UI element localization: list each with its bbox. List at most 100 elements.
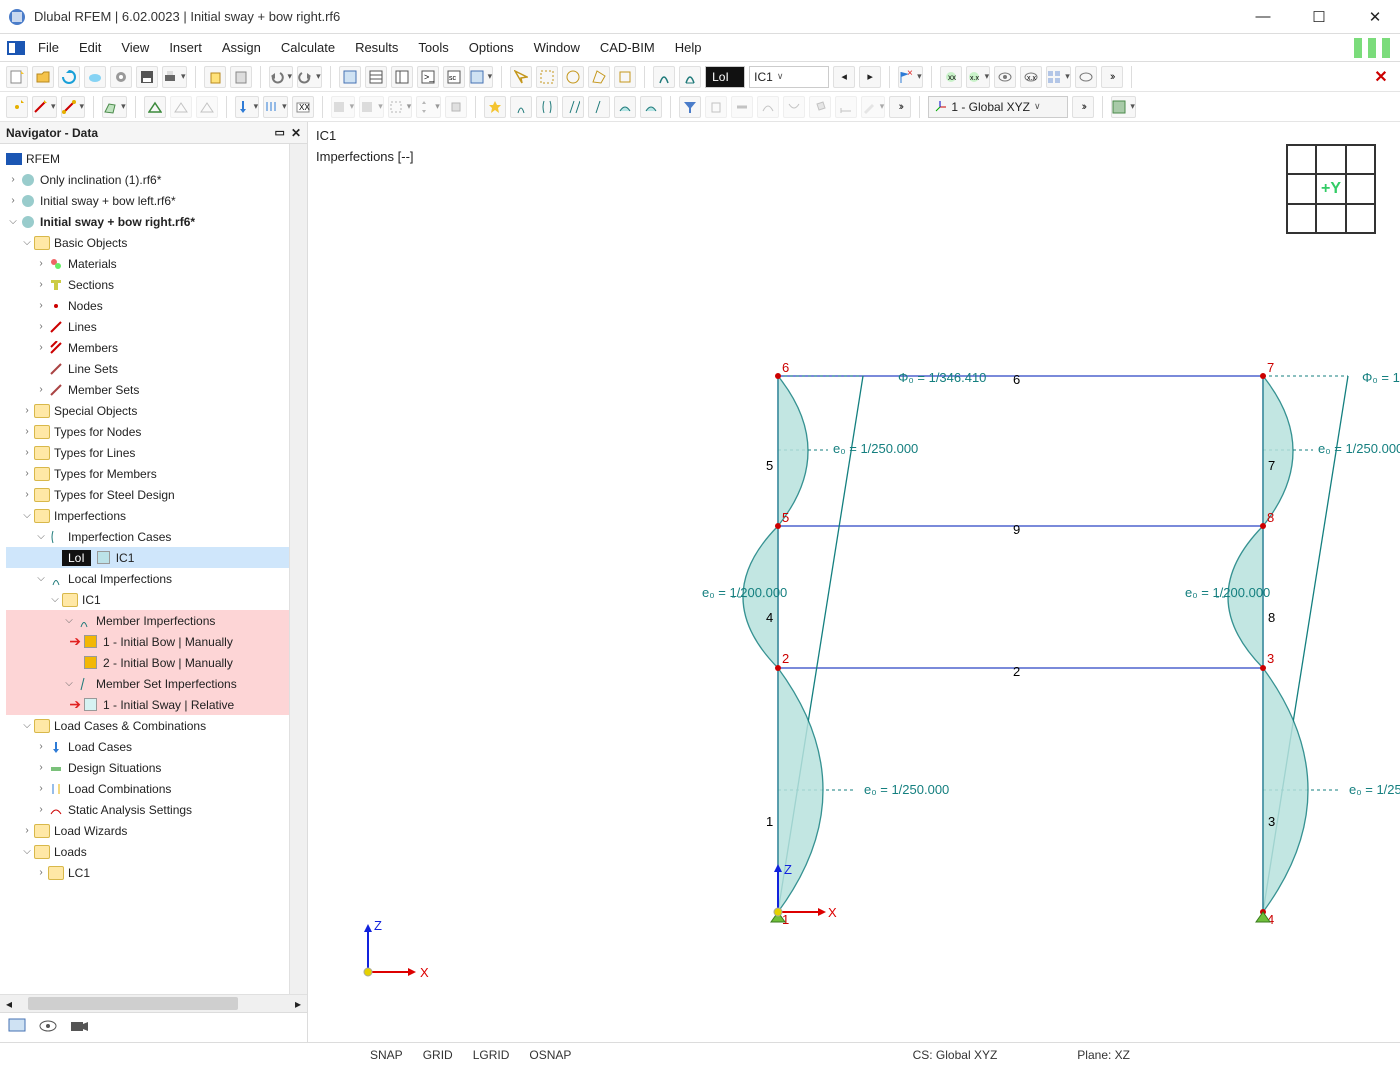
tree-root[interactable]: RFEM — [26, 152, 60, 166]
tree-file-2[interactable]: Initial sway + bow left.rf6* — [40, 194, 176, 208]
copy-icon[interactable] — [204, 66, 226, 88]
tree-lines[interactable]: Lines — [68, 320, 97, 334]
script-icon[interactable]: sc — [443, 66, 465, 88]
expand-icon[interactable]: › — [20, 405, 34, 416]
select-rect2-icon[interactable] — [614, 66, 636, 88]
table-icon[interactable] — [365, 66, 387, 88]
expand-icon[interactable]: › — [34, 300, 48, 311]
surface-tool-icon[interactable]: ▾ — [102, 96, 127, 118]
expand-icon[interactable]: › — [34, 384, 48, 395]
tree-file-active[interactable]: Initial sway + bow right.rf6* — [40, 215, 195, 229]
expand-icon[interactable]: › — [20, 825, 34, 836]
tree-nodes[interactable]: Nodes — [68, 299, 103, 313]
next-case-icon[interactable]: ▸ — [859, 66, 881, 88]
expand-icon[interactable]: › — [6, 195, 20, 206]
more3-icon[interactable]: ›› — [1072, 96, 1094, 118]
expand-icon[interactable]: › — [20, 426, 34, 437]
collapse-icon[interactable]: ⌵ — [34, 531, 48, 542]
menu-view[interactable]: View — [111, 34, 159, 61]
load-line-icon[interactable]: ▾ — [263, 96, 288, 118]
tree-loads[interactable]: Loads — [54, 845, 87, 859]
gear-icon[interactable] — [110, 66, 132, 88]
tree-special[interactable]: Special Objects — [54, 404, 137, 418]
tree-member-imp[interactable]: Member Imperfections — [96, 614, 215, 628]
paste-icon[interactable] — [230, 66, 252, 88]
tree-scrollbar[interactable] — [289, 144, 307, 994]
tree-hscroll[interactable]: ◂ ▸ — [0, 994, 307, 1012]
panel2-icon[interactable]: ▾ — [469, 66, 494, 88]
eye-xxx-icon[interactable]: x.x — [1020, 66, 1042, 88]
menu-edit[interactable]: Edit — [69, 34, 111, 61]
menu-file[interactable]: File — [28, 34, 69, 61]
tree-typesteel[interactable]: Types for Steel Design — [54, 488, 175, 502]
tree-lcc[interactable]: Load Cases & Combinations — [54, 719, 206, 733]
scroll-right-icon[interactable]: ▸ — [289, 995, 307, 1012]
collapse-icon[interactable]: ⌵ — [20, 237, 34, 248]
tree-file-1[interactable]: Only inclination (1).rf6* — [40, 173, 161, 187]
expand-icon[interactable]: › — [34, 741, 48, 752]
viewport-icon[interactable]: ▾ — [1111, 96, 1136, 118]
node-tool-icon[interactable] — [6, 96, 28, 118]
expand-icon[interactable]: › — [20, 489, 34, 500]
menu-insert[interactable]: Insert — [159, 34, 212, 61]
more-tools-icon[interactable]: ›› — [1101, 66, 1123, 88]
tree-mi-1[interactable]: 1 - Initial Bow | Manually — [103, 635, 233, 649]
save-icon[interactable] — [136, 66, 158, 88]
list-icon[interactable] — [391, 66, 413, 88]
tree-typenodes[interactable]: Types for Nodes — [54, 425, 141, 439]
scroll-left-icon[interactable]: ◂ — [0, 995, 18, 1012]
grey-tool2-icon[interactable]: ▾ — [359, 96, 384, 118]
views-tab-icon[interactable] — [8, 1018, 26, 1037]
dim-tool-icon[interactable] — [835, 96, 857, 118]
load-node-icon[interactable]: ▾ — [235, 96, 260, 118]
expand-icon[interactable]: › — [34, 783, 48, 794]
select-rect-icon[interactable] — [536, 66, 558, 88]
tree-sections[interactable]: Sections — [68, 278, 114, 292]
curve-tool-icon[interactable] — [757, 96, 779, 118]
case-type-dropdown[interactable]: LoI — [705, 66, 745, 88]
eye-nodes-icon[interactable] — [994, 66, 1016, 88]
imp-bow2-icon[interactable] — [536, 96, 558, 118]
curve2-tool-icon[interactable] — [783, 96, 805, 118]
show-icon[interactable] — [38, 1019, 58, 1036]
tree-set-imp[interactable]: Member Set Imperfections — [96, 677, 237, 691]
tree-materials[interactable]: Materials — [68, 257, 117, 271]
collapse-icon[interactable]: ⌵ — [62, 678, 76, 689]
menu-window[interactable]: Window — [524, 34, 590, 61]
menu-options[interactable]: Options — [459, 34, 524, 61]
prev-case-icon[interactable]: ◂ — [833, 66, 855, 88]
new-icon[interactable] — [6, 66, 28, 88]
expand-icon[interactable]: › — [34, 342, 48, 353]
collapse-icon[interactable]: ⌵ — [62, 615, 76, 626]
imp-star-icon[interactable] — [484, 96, 506, 118]
grid-view-icon[interactable]: ▾ — [1046, 66, 1071, 88]
expand-icon[interactable]: › — [20, 468, 34, 479]
scroll-thumb[interactable] — [28, 997, 238, 1010]
minimize-button[interactable]: — — [1246, 5, 1280, 29]
pencil-tool-icon[interactable]: ▾ — [861, 96, 886, 118]
tree-impcases[interactable]: Imperfection Cases — [68, 530, 171, 544]
imp-surf-icon[interactable] — [614, 96, 636, 118]
imp-surf2-icon[interactable] — [640, 96, 662, 118]
menu-results[interactable]: Results — [345, 34, 408, 61]
expand-icon[interactable]: › — [34, 867, 48, 878]
panel-close-icon[interactable]: ✕ — [291, 126, 301, 140]
expand-icon[interactable]: › — [34, 258, 48, 269]
tree-local-imp[interactable]: Local Imperfections — [68, 572, 172, 586]
tree-linesets[interactable]: Line Sets — [68, 362, 118, 376]
select-icon[interactable] — [510, 66, 532, 88]
imp-bow1-icon[interactable] — [510, 96, 532, 118]
undo-icon[interactable]: ▾ — [269, 66, 294, 88]
tree-ds[interactable]: Design Situations — [68, 761, 161, 775]
collapse-icon[interactable]: ⌵ — [6, 216, 20, 227]
imperfection-icon[interactable] — [653, 66, 675, 88]
cloud-icon[interactable] — [84, 66, 106, 88]
menu-tools[interactable]: Tools — [408, 34, 458, 61]
rect2-tool-icon[interactable] — [445, 96, 467, 118]
collapse-icon[interactable]: ⌵ — [34, 573, 48, 584]
expand-icon[interactable]: › — [6, 174, 20, 185]
tree-typelines[interactable]: Types for Lines — [54, 446, 135, 460]
model-viewport[interactable]: IC1 Imperfections [--] +Y — [308, 122, 1400, 1042]
close-toolbar-icon[interactable]: ✕ — [1368, 67, 1394, 87]
tree-ic1-selected[interactable]: LoIIC1 — [6, 547, 289, 568]
